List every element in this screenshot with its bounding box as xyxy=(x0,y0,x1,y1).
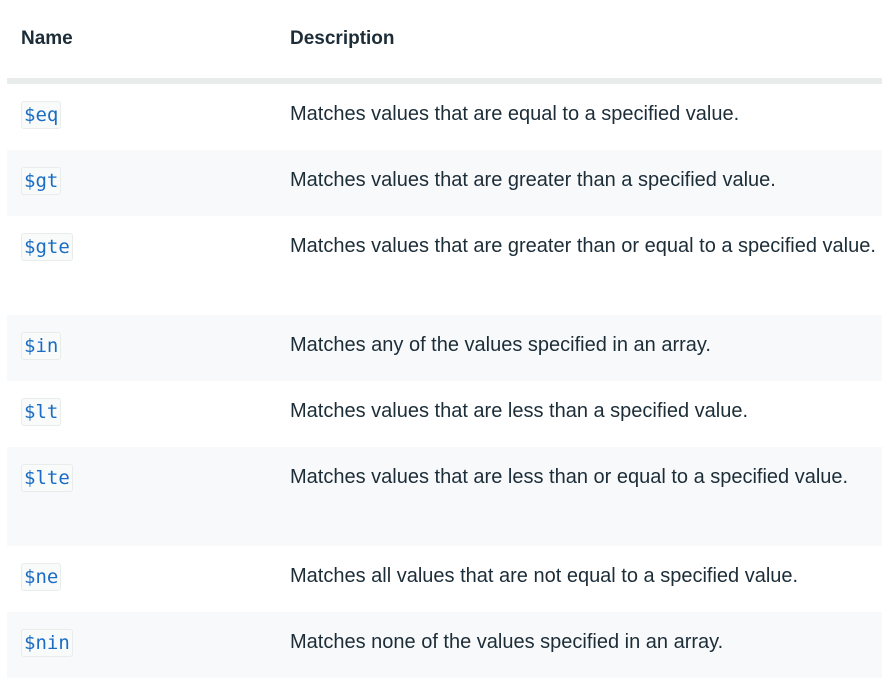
operator-description: Matches none of the values specified in … xyxy=(290,631,724,653)
operator-description: Matches values that are greater than a s… xyxy=(290,169,776,191)
operator-code[interactable]: $eq xyxy=(21,101,62,129)
operator-code[interactable]: $nin xyxy=(21,629,73,657)
operator-code[interactable]: $gt xyxy=(21,167,62,195)
operator-description: Matches values that are equal to a speci… xyxy=(290,103,740,125)
operator-description: Matches any of the values specified in a… xyxy=(290,334,711,356)
table-row: $gte Matches values that are greater tha… xyxy=(7,216,882,315)
operator-code[interactable]: $gte xyxy=(21,233,73,261)
table-row: $nin Matches none of the values specifie… xyxy=(7,612,882,678)
operator-description: Matches values that are greater than or … xyxy=(290,235,876,257)
operators-table: Name Description $eq Matches values that… xyxy=(7,0,882,678)
table-row: $gt Matches values that are greater than… xyxy=(7,150,882,216)
operator-code[interactable]: $ne xyxy=(21,563,62,591)
operator-code[interactable]: $in xyxy=(21,332,62,360)
header-description: Description xyxy=(290,28,395,49)
operator-code[interactable]: $lte xyxy=(21,464,73,492)
operator-description: Matches values that are less than or equ… xyxy=(290,466,849,488)
table-row: $eq Matches values that are equal to a s… xyxy=(7,84,882,150)
table-row: $lte Matches values that are less than o… xyxy=(7,447,882,546)
table-header: Name Description xyxy=(7,0,882,84)
operator-code[interactable]: $lt xyxy=(21,398,62,426)
operator-description: Matches values that are less than a spec… xyxy=(290,400,749,422)
operator-description: Matches all values that are not equal to… xyxy=(290,565,799,587)
header-name: Name xyxy=(21,28,73,49)
table-row: $lt Matches values that are less than a … xyxy=(7,381,882,447)
table-row: $ne Matches all values that are not equa… xyxy=(7,546,882,612)
table-row: $in Matches any of the values specified … xyxy=(7,315,882,381)
